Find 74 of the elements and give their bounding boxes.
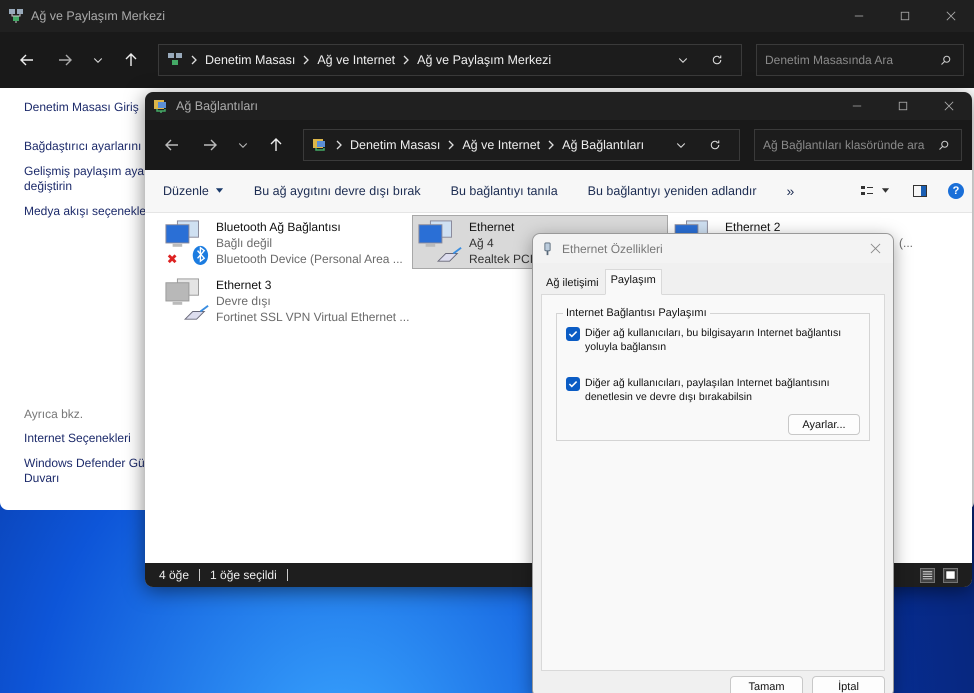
toolbar-button[interactable]: Bu bağlantıyı yeniden adlandır bbox=[580, 180, 765, 202]
network-icon bbox=[8, 8, 24, 24]
connection-device: Realtek PCI bbox=[469, 251, 534, 267]
connection-name: Bluetooth Ağ Bağlantısı bbox=[216, 219, 341, 235]
breadcrumb-item[interactable]: Ağ ve Paylaşım Merkezi bbox=[417, 53, 552, 67]
settings-button[interactable]: Ayarlar... bbox=[788, 414, 860, 436]
toolbar-button[interactable]: Bu bağlantıyı tanıla bbox=[442, 180, 566, 202]
connection-device: Bluetooth Device (Personal Area ... bbox=[216, 251, 403, 267]
connection-name: Ethernet 2 bbox=[725, 219, 780, 235]
sidebar-link[interactable]: Windows Defender Gü Duvarı bbox=[24, 456, 145, 486]
network-folder-icon bbox=[153, 98, 169, 114]
search-icon bbox=[940, 54, 952, 66]
search-icon bbox=[938, 139, 950, 151]
sidebar-link[interactable]: Bağdaştırıcı ayarlarını bbox=[24, 139, 142, 154]
connection-device: Fortinet SSL VPN Virtual Ethernet ... bbox=[216, 309, 410, 325]
network-adapter-icon bbox=[543, 242, 552, 256]
chevron-right-icon bbox=[303, 55, 310, 65]
breadcrumb-item[interactable]: Ağ Bağlantıları bbox=[562, 138, 644, 152]
refresh-icon[interactable] bbox=[709, 139, 721, 151]
network-folder-icon bbox=[312, 137, 328, 153]
caret-icon[interactable] bbox=[881, 188, 890, 194]
more-button[interactable]: » bbox=[778, 179, 802, 203]
window-title: Ağ ve Paylaşım Merkezi bbox=[31, 9, 166, 23]
status-text: 1 öğe seçildi bbox=[210, 568, 277, 582]
connection-status: Bağlı değil bbox=[216, 235, 272, 251]
sidebar-link[interactable]: Internet Seçenekleri bbox=[24, 431, 131, 446]
tiles-view-icon[interactable] bbox=[943, 568, 958, 582]
network-computers-icon bbox=[164, 219, 210, 265]
toolbar-button[interactable]: Bu ağ aygıtını devre dışı bırak bbox=[246, 180, 429, 202]
refresh-icon[interactable] bbox=[711, 54, 723, 66]
search-field[interactable]: Ağ Bağlantıları klasöründe ara bbox=[754, 129, 962, 161]
dialog-title: Ethernet Özellikleri bbox=[562, 242, 663, 256]
search-field[interactable]: Denetim Masasında Ara bbox=[756, 44, 964, 76]
chevron-right-icon bbox=[448, 140, 454, 150]
connection-name: Ethernet bbox=[469, 219, 514, 235]
tab[interactable]: Paylaşım bbox=[604, 269, 662, 296]
chevron-right-icon bbox=[191, 55, 197, 65]
dialog-button[interactable]: İptal bbox=[812, 676, 885, 693]
connection-item[interactable]: Ethernet 3 Devre dışı Fortinet SSL VPN Virtual Ethernet ... bbox=[159, 273, 412, 327]
checkbox[interactable] bbox=[566, 377, 580, 392]
checkbox[interactable] bbox=[566, 327, 580, 342]
network-icon bbox=[167, 52, 183, 68]
help-button[interactable]: ? bbox=[948, 183, 964, 199]
preview-pane-icon[interactable] bbox=[912, 183, 928, 199]
connection-status: Devre dışı bbox=[216, 293, 271, 309]
sidebar-link[interactable]: Gelişmiş paylaşım aya değiştirin bbox=[24, 164, 144, 194]
caret-icon bbox=[214, 188, 224, 194]
see-also-heading: Ayrıca bkz. bbox=[24, 407, 84, 421]
breadcrumb-item[interactable]: Denetim Masası bbox=[350, 138, 440, 152]
connection-device: (... bbox=[899, 235, 913, 251]
checkbox-label: Diğer ağ kullanıcıları, paylaşılan Internet bağlantısını denetlesin ve devre dışı bırakabilsin bbox=[585, 376, 830, 404]
chevron-right-icon bbox=[336, 140, 342, 150]
window-title: Ağ Bağlantıları bbox=[176, 99, 258, 113]
connection-item[interactable]: Bluetooth Ağ Bağlantısı Bağlı değil Bluetooth Device (Personal Area ... bbox=[159, 215, 412, 269]
connection-name: Ethernet 3 bbox=[216, 277, 272, 293]
checkmark-icon bbox=[567, 328, 579, 340]
status-text: 4 öğe bbox=[159, 568, 190, 582]
tab[interactable]: Ağ iletişimi bbox=[540, 272, 605, 294]
connection-status: Ağ 4 bbox=[469, 235, 494, 251]
sidebar-link[interactable]: Denetim Masası Giriş bbox=[24, 100, 139, 115]
address-bar[interactable]: Denetim Masası Ağ ve Internet Ağ ve Paylaşım Merkezi bbox=[158, 44, 742, 76]
sidebar-link[interactable]: Medya akışı seçenekle bbox=[24, 204, 146, 219]
breadcrumb-item[interactable]: Ağ ve Internet bbox=[462, 138, 540, 152]
group-title: Internet Bağlantısı Paylaşımı bbox=[563, 307, 710, 320]
organize-menu-button[interactable]: Düzenle bbox=[155, 180, 232, 202]
details-view-icon[interactable] bbox=[920, 568, 935, 582]
chevron-right-icon bbox=[403, 55, 410, 65]
close-icon[interactable] bbox=[870, 243, 881, 254]
breadcrumb-item[interactable]: Denetim Masası bbox=[205, 53, 296, 67]
checkbox-label: Diğer ağ kullanıcıları, bu bilgisayarın Internet bağlantısı yoluyla bağlansın bbox=[585, 326, 842, 354]
breadcrumb-item[interactable]: Ağ ve Internet bbox=[317, 53, 396, 67]
chevron-right-icon bbox=[548, 140, 554, 150]
address-bar[interactable]: Denetim Masası Ağ ve Internet Ağ Bağlantıları bbox=[303, 129, 740, 161]
dialog-button[interactable]: Tamam bbox=[730, 676, 803, 693]
